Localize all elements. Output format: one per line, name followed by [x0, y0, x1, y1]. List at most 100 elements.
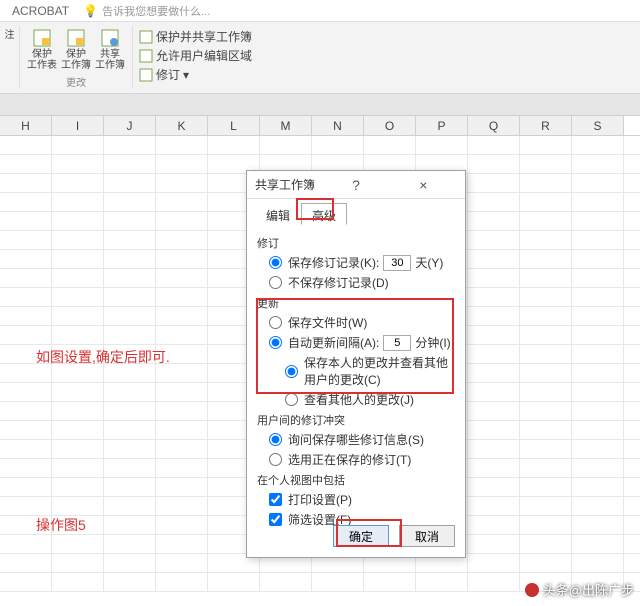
col-header[interactable]: I [52, 116, 104, 135]
cell[interactable] [208, 573, 260, 591]
cell[interactable] [52, 478, 104, 496]
cell[interactable] [104, 478, 156, 496]
cell[interactable] [104, 402, 156, 420]
cell[interactable] [156, 193, 208, 211]
protect-sheet-button[interactable]: 保护 工作表 [26, 26, 58, 71]
cell[interactable] [520, 554, 572, 572]
cell[interactable] [156, 554, 208, 572]
cell[interactable] [156, 136, 208, 154]
cell[interactable] [52, 383, 104, 401]
cell[interactable] [572, 516, 624, 534]
cell[interactable] [0, 554, 52, 572]
cell[interactable] [468, 478, 520, 496]
cell[interactable] [468, 554, 520, 572]
cell[interactable] [468, 383, 520, 401]
cell[interactable] [260, 136, 312, 154]
cell[interactable] [416, 573, 468, 591]
cell[interactable] [468, 345, 520, 363]
cell[interactable] [520, 174, 572, 192]
cell[interactable] [156, 440, 208, 458]
cell[interactable] [52, 136, 104, 154]
cell[interactable] [572, 193, 624, 211]
cell[interactable] [572, 155, 624, 173]
cell[interactable] [468, 421, 520, 439]
track-changes-button[interactable]: 修订 ▾ [139, 66, 252, 83]
days-input[interactable] [383, 255, 411, 271]
cell[interactable] [572, 269, 624, 287]
cell[interactable] [104, 174, 156, 192]
cell[interactable] [104, 307, 156, 325]
cell[interactable] [572, 402, 624, 420]
cell[interactable] [104, 288, 156, 306]
dialog-help-button[interactable]: ? [322, 177, 389, 193]
cell[interactable] [520, 478, 572, 496]
tell-me-box[interactable]: 告诉我您想要做什么... [102, 3, 210, 19]
cell[interactable] [104, 193, 156, 211]
no-history-radio[interactable] [269, 276, 282, 289]
cell[interactable] [520, 193, 572, 211]
cell[interactable] [104, 326, 156, 344]
cell[interactable] [468, 402, 520, 420]
cell[interactable] [52, 250, 104, 268]
cell[interactable] [156, 326, 208, 344]
cell[interactable] [156, 307, 208, 325]
cell[interactable] [0, 497, 52, 515]
cell[interactable] [0, 478, 52, 496]
cell[interactable] [468, 459, 520, 477]
acrobat-tab[interactable]: ACROBAT [12, 4, 69, 18]
cell[interactable] [572, 326, 624, 344]
protect-workbook-button[interactable]: 保护 工作簿 [60, 26, 92, 71]
cell[interactable] [104, 383, 156, 401]
cell[interactable] [468, 231, 520, 249]
cell[interactable] [572, 345, 624, 363]
cell[interactable] [312, 136, 364, 154]
cell[interactable] [0, 383, 52, 401]
cell[interactable] [104, 554, 156, 572]
cell[interactable] [104, 516, 156, 534]
cell[interactable] [52, 326, 104, 344]
cell[interactable] [0, 174, 52, 192]
cell[interactable] [52, 459, 104, 477]
cell[interactable] [104, 573, 156, 591]
cell[interactable] [0, 535, 52, 553]
cell[interactable] [468, 193, 520, 211]
cell[interactable] [364, 573, 416, 591]
cell[interactable] [156, 250, 208, 268]
cell[interactable] [0, 212, 52, 230]
cell[interactable] [208, 136, 260, 154]
cell[interactable] [416, 136, 468, 154]
cell[interactable] [52, 573, 104, 591]
col-header[interactable]: H [0, 116, 52, 135]
cell[interactable] [156, 402, 208, 420]
cell[interactable] [156, 288, 208, 306]
col-header[interactable]: S [572, 116, 624, 135]
cell[interactable] [520, 364, 572, 382]
cell[interactable] [520, 535, 572, 553]
cell[interactable] [0, 421, 52, 439]
cell[interactable] [0, 573, 52, 591]
cell[interactable] [520, 421, 572, 439]
cell[interactable] [572, 478, 624, 496]
print-settings-check[interactable] [269, 493, 282, 506]
cell[interactable] [572, 174, 624, 192]
cell[interactable] [52, 231, 104, 249]
protect-share-button[interactable]: 保护并共享工作簿 [139, 28, 252, 45]
cell[interactable] [468, 212, 520, 230]
cell[interactable] [520, 288, 572, 306]
cell[interactable] [572, 288, 624, 306]
cell[interactable] [572, 136, 624, 154]
cell[interactable] [52, 554, 104, 572]
cell[interactable] [0, 136, 52, 154]
cell[interactable] [468, 573, 520, 591]
cell[interactable] [520, 516, 572, 534]
cell[interactable] [572, 459, 624, 477]
cell[interactable] [364, 136, 416, 154]
cell[interactable] [104, 421, 156, 439]
cell[interactable] [520, 402, 572, 420]
cell[interactable] [468, 535, 520, 553]
cell[interactable] [156, 535, 208, 553]
cell[interactable] [520, 307, 572, 325]
cell[interactable] [156, 478, 208, 496]
cell[interactable] [52, 155, 104, 173]
cell[interactable] [0, 250, 52, 268]
